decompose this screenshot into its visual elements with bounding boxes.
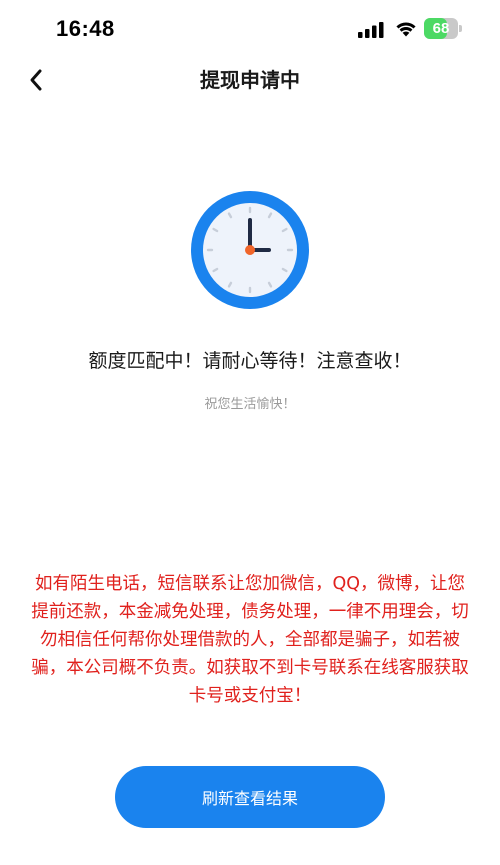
page-title: 提现申请中: [200, 68, 300, 92]
screen: 16:48 68 提现申请中 额度匹配中！请耐心等待！注意查收！ 祝您生活愉快！…: [0, 0, 500, 865]
battery-tip: [459, 25, 462, 32]
chevron-left-icon: [30, 69, 42, 91]
battery-level-text: 68: [432, 20, 450, 37]
nav-bar: 提现申请中: [0, 58, 500, 102]
refresh-result-button[interactable]: 刷新查看结果: [115, 766, 385, 828]
cellular-signal-icon: [358, 22, 384, 38]
battery-indicator: 68: [424, 18, 462, 39]
wifi-icon: [396, 22, 416, 37]
matching-status-text: 额度匹配中！请耐心等待！注意查收！: [88, 350, 412, 372]
fraud-warning-text: 如有陌生电话，短信联系让您加微信，QQ，微博，让您提前还款，本金减免处理，债务处…: [31, 574, 469, 706]
status-bar: 16:48 68: [0, 0, 500, 60]
greeting-text: 祝您生活愉快！: [204, 397, 296, 412]
clock-icon: [191, 191, 309, 309]
back-button[interactable]: [18, 62, 54, 98]
status-time: 16:48: [56, 16, 115, 41]
